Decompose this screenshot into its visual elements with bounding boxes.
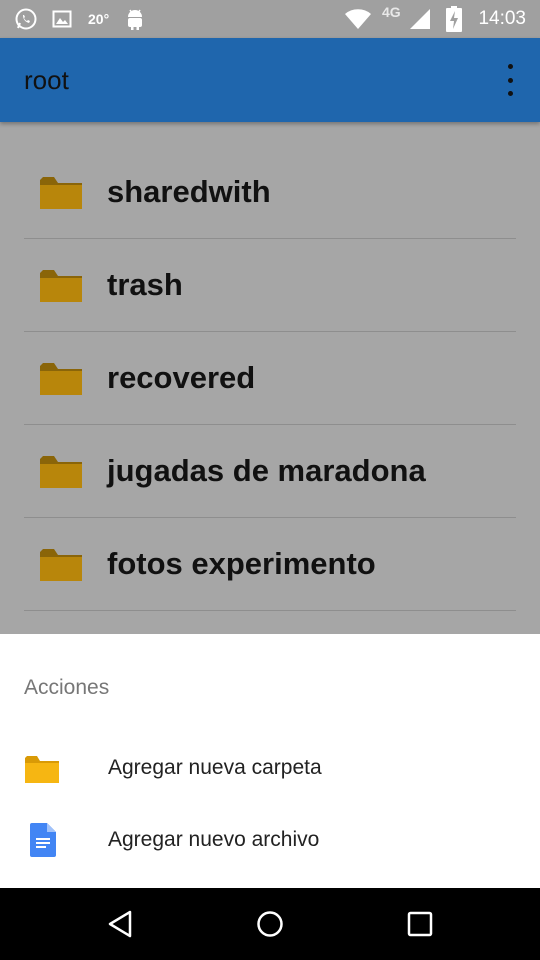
add-file-label: Agregar nuevo archivo	[108, 828, 320, 851]
app-title: root	[24, 65, 69, 95]
folder-item-trash[interactable]: trash	[24, 239, 516, 332]
folder-icon	[24, 754, 60, 789]
folder-label: trash	[107, 267, 183, 302]
more-vert-icon[interactable]	[498, 64, 522, 96]
folder-label: fotos experimento	[107, 546, 376, 581]
folder-icon	[39, 360, 83, 401]
whatsapp-icon	[14, 0, 38, 38]
folder-icon	[39, 453, 83, 494]
temperature-text: 20°	[88, 11, 110, 27]
actions-bottom-sheet: Acciones Agregar nueva carpeta Agregar n…	[0, 634, 540, 888]
signal-icon	[408, 0, 432, 38]
overflow-dot	[507, 64, 513, 69]
folder-label: recovered	[107, 360, 256, 395]
battery-charging-icon	[446, 0, 462, 38]
folder-icon	[39, 267, 83, 308]
folder-item-recovered[interactable]: recovered	[24, 332, 516, 425]
folder-label: sharedwith	[107, 174, 271, 209]
add-folder-label: Agregar nueva carpeta	[108, 756, 322, 779]
folder-list: sharedwith trash recovered jugadas de ma…	[24, 146, 516, 611]
image-icon	[52, 0, 72, 38]
network-type-text: 4G	[382, 4, 401, 20]
wifi-icon	[344, 0, 372, 38]
android-icon	[126, 0, 144, 38]
overflow-dot	[507, 77, 513, 83]
navigation-bar	[0, 888, 540, 960]
add-file-action[interactable]: Agregar nuevo archivo	[0, 808, 540, 872]
folder-item-fotos-experimento[interactable]: fotos experimento	[24, 518, 516, 611]
folder-label: jugadas de maradona	[107, 453, 426, 488]
document-icon	[30, 823, 56, 862]
clock: 14:03	[478, 8, 526, 29]
folder-icon	[39, 546, 83, 587]
folder-item-jugadas-de-maradona[interactable]: jugadas de maradona	[24, 425, 516, 518]
back-icon[interactable]	[100, 904, 140, 944]
home-icon[interactable]	[250, 904, 290, 944]
recents-icon[interactable]	[400, 904, 440, 944]
add-folder-action[interactable]: Agregar nueva carpeta	[0, 736, 540, 800]
sheet-title: Acciones	[24, 676, 110, 699]
folder-item-sharedwith[interactable]: sharedwith	[24, 146, 516, 239]
overflow-dot	[507, 91, 513, 96]
status-bar: 20° 4G 14:03	[0, 0, 540, 38]
app-bar: root	[0, 38, 540, 122]
folder-icon	[39, 174, 83, 215]
